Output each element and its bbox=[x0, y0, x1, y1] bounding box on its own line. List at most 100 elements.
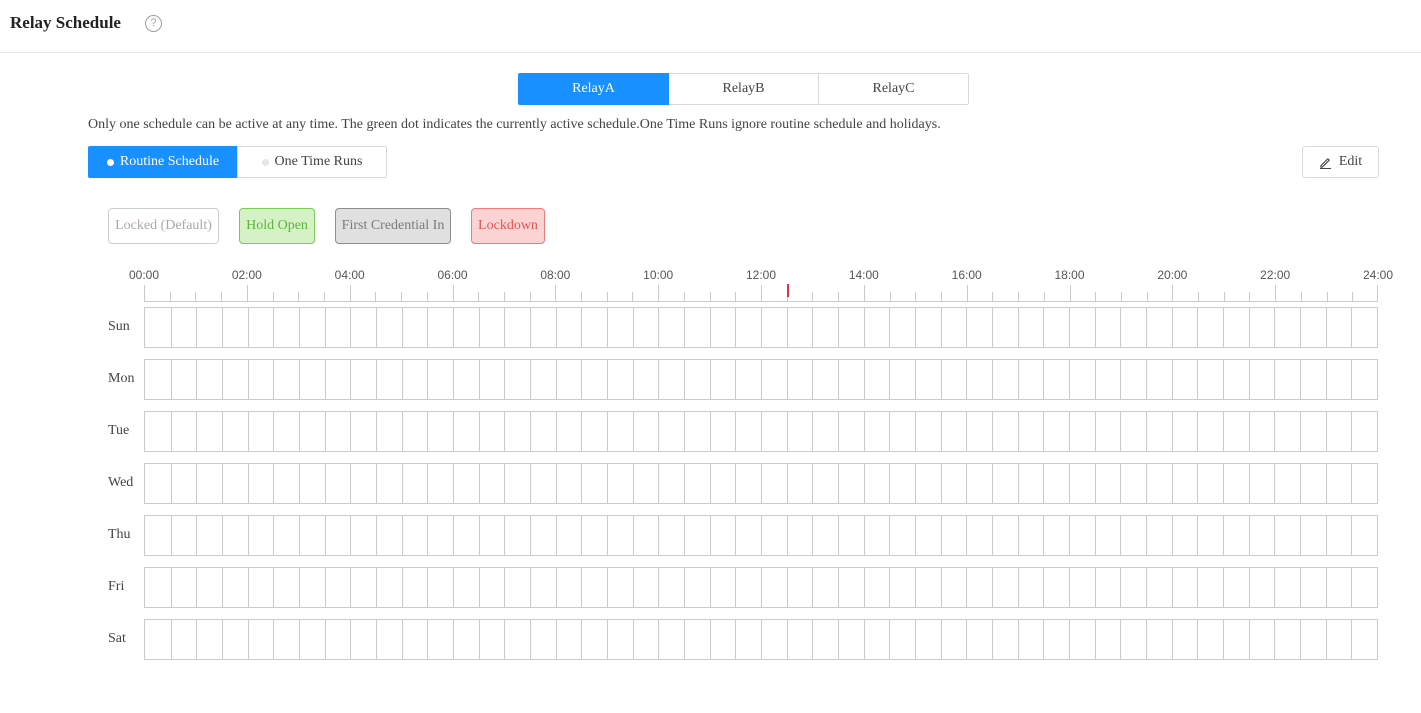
time-slot-divider bbox=[1172, 308, 1173, 347]
time-label: 16:00 bbox=[951, 268, 982, 282]
time-slot-divider bbox=[1300, 516, 1301, 555]
time-slot-divider bbox=[171, 360, 172, 399]
schedule-row-fri[interactable] bbox=[144, 567, 1378, 608]
ruler-tick bbox=[195, 292, 196, 301]
time-slot-divider bbox=[1172, 360, 1173, 399]
time-slot-divider bbox=[222, 620, 223, 659]
time-slot-divider bbox=[941, 620, 942, 659]
time-slot-divider bbox=[376, 568, 377, 607]
time-slot-divider bbox=[787, 412, 788, 451]
tab-relay-c[interactable]: RelayC bbox=[818, 73, 969, 105]
time-slot-divider bbox=[864, 568, 865, 607]
time-slot-divider bbox=[658, 568, 659, 607]
time-slot-divider bbox=[710, 308, 711, 347]
time-slot-divider bbox=[248, 360, 249, 399]
time-slot-divider bbox=[812, 464, 813, 503]
time-slot-divider bbox=[376, 620, 377, 659]
schedule-row-wed[interactable] bbox=[144, 463, 1378, 504]
time-slot-divider bbox=[966, 412, 967, 451]
time-slot-divider bbox=[658, 516, 659, 555]
tab-relay-b[interactable]: RelayB bbox=[668, 73, 819, 105]
time-slot-divider bbox=[1351, 412, 1352, 451]
question-circle-icon[interactable]: ? bbox=[145, 15, 162, 32]
time-slot-divider bbox=[325, 360, 326, 399]
time-slot-divider bbox=[273, 308, 274, 347]
day-label-wed: Wed bbox=[108, 475, 134, 490]
ruler-tick bbox=[761, 285, 762, 301]
time-slot-divider bbox=[1120, 620, 1121, 659]
ruler-tick bbox=[555, 285, 556, 301]
time-slot-divider bbox=[248, 464, 249, 503]
ruler-tick bbox=[941, 292, 942, 301]
time-slot-divider bbox=[1326, 568, 1327, 607]
time-slot-divider bbox=[1300, 464, 1301, 503]
legend-locked-default[interactable]: Locked (Default) bbox=[108, 208, 219, 244]
time-slot-divider bbox=[1326, 620, 1327, 659]
tab-routine-schedule[interactable]: Routine Schedule bbox=[88, 146, 238, 178]
time-slot-divider bbox=[658, 620, 659, 659]
time-slot-divider bbox=[1120, 516, 1121, 555]
ruler-tick bbox=[170, 292, 171, 301]
time-slot-divider bbox=[1018, 308, 1019, 347]
time-slot-divider bbox=[787, 464, 788, 503]
time-slot-divider bbox=[350, 464, 351, 503]
legend-hold-open[interactable]: Hold Open bbox=[239, 208, 315, 244]
time-slot-divider bbox=[196, 620, 197, 659]
time-slot-divider bbox=[633, 620, 634, 659]
time-slot-divider bbox=[1095, 620, 1096, 659]
time-slot-divider bbox=[581, 464, 582, 503]
time-label: 04:00 bbox=[334, 268, 365, 282]
time-slot-divider bbox=[607, 620, 608, 659]
time-slot-divider bbox=[1274, 516, 1275, 555]
time-slot-divider bbox=[453, 620, 454, 659]
time-label: 08:00 bbox=[540, 268, 571, 282]
time-slot-divider bbox=[735, 412, 736, 451]
time-slot-divider bbox=[350, 516, 351, 555]
time-slot-divider bbox=[427, 464, 428, 503]
time-slot-divider bbox=[658, 308, 659, 347]
time-slot-divider bbox=[427, 516, 428, 555]
ruler-tick bbox=[581, 292, 582, 301]
time-label: 00:00 bbox=[128, 268, 160, 282]
tab-one-time-runs[interactable]: One Time Runs bbox=[237, 146, 387, 178]
time-slot-divider bbox=[889, 412, 890, 451]
ruler-tick bbox=[478, 292, 479, 301]
legend-first-credential-in[interactable]: First Credential In bbox=[335, 208, 451, 244]
pencil-icon bbox=[1319, 157, 1331, 169]
schedule-row-tue[interactable] bbox=[144, 411, 1378, 452]
ruler-tick bbox=[1070, 285, 1071, 301]
schedule-row-sun[interactable] bbox=[144, 307, 1378, 348]
time-slot-divider bbox=[581, 620, 582, 659]
time-slot-divider bbox=[889, 620, 890, 659]
time-slot-divider bbox=[992, 412, 993, 451]
time-slot-divider bbox=[376, 464, 377, 503]
time-slot-divider bbox=[607, 308, 608, 347]
time-slot-divider bbox=[581, 568, 582, 607]
ruler-tick bbox=[247, 285, 248, 301]
tab-relay-a[interactable]: RelayA bbox=[518, 73, 669, 105]
time-slot-divider bbox=[1223, 308, 1224, 347]
time-slot-divider bbox=[787, 620, 788, 659]
ruler-tick bbox=[530, 292, 531, 301]
schedule-row-sat[interactable] bbox=[144, 619, 1378, 660]
legend-lockdown[interactable]: Lockdown bbox=[471, 208, 545, 244]
time-label: 20:00 bbox=[1157, 268, 1188, 282]
time-slot-divider bbox=[273, 516, 274, 555]
time-slot-divider bbox=[402, 516, 403, 555]
time-slot-divider bbox=[530, 620, 531, 659]
time-slot-divider bbox=[1197, 412, 1198, 451]
ruler-tick bbox=[453, 285, 454, 301]
time-slot-divider bbox=[1095, 464, 1096, 503]
ruler-tick bbox=[1147, 292, 1148, 301]
ruler-tick bbox=[298, 292, 299, 301]
time-slot-divider bbox=[1172, 568, 1173, 607]
time-slot-divider bbox=[1197, 620, 1198, 659]
schedule-row-thu[interactable] bbox=[144, 515, 1378, 556]
time-slot-divider bbox=[248, 516, 249, 555]
day-label-sat: Sat bbox=[108, 631, 126, 646]
schedule-row-mon[interactable] bbox=[144, 359, 1378, 400]
ruler-tick bbox=[1301, 292, 1302, 301]
time-slot-divider bbox=[1274, 568, 1275, 607]
time-slot-divider bbox=[402, 412, 403, 451]
edit-button[interactable]: Edit bbox=[1302, 146, 1379, 178]
